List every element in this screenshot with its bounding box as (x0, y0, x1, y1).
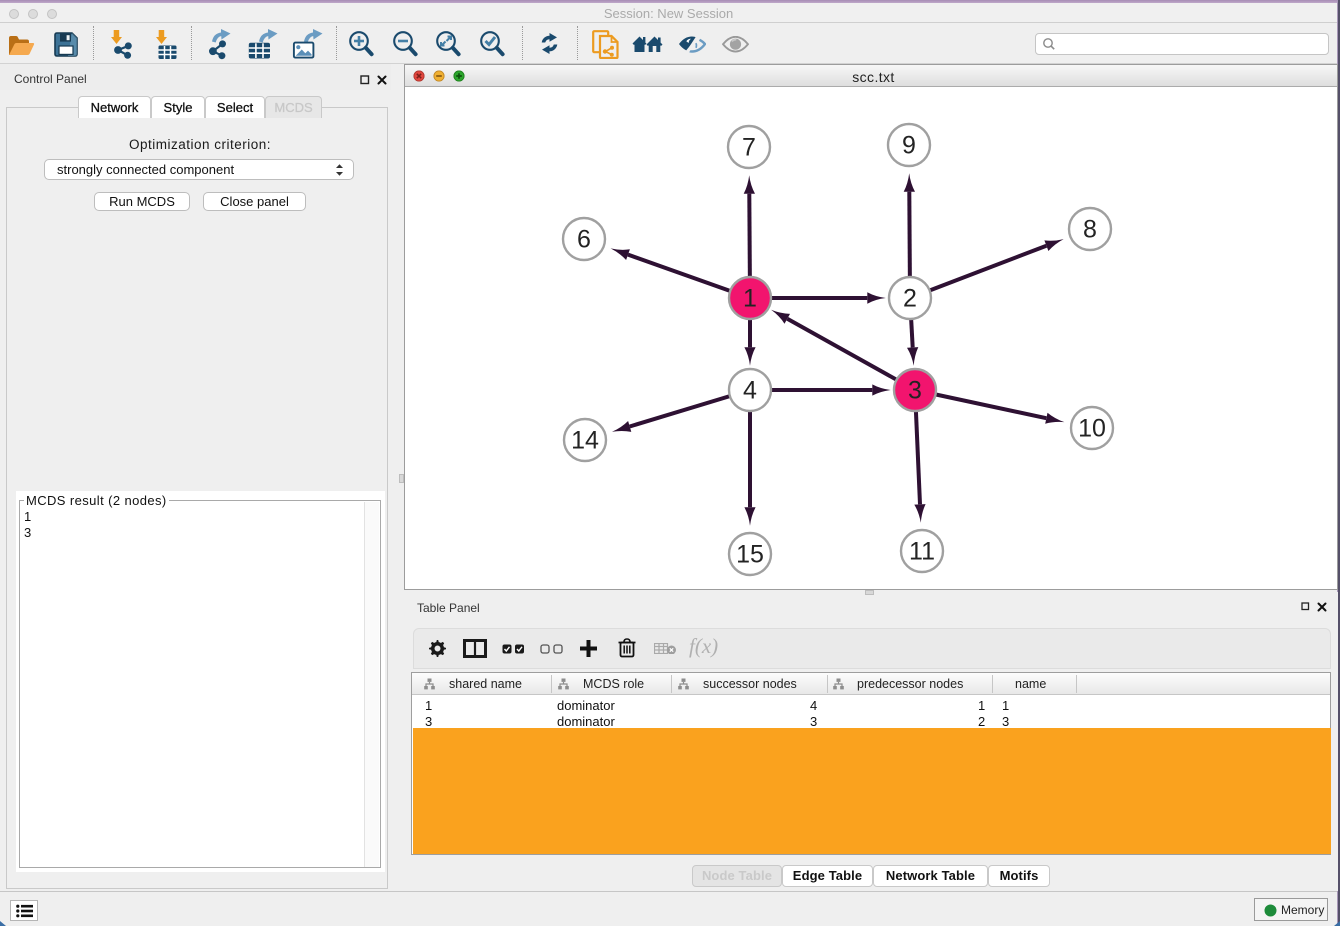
svg-text:14: 14 (571, 427, 599, 455)
svg-text:4: 4 (743, 377, 757, 405)
svg-text:11: 11 (909, 538, 935, 566)
svg-text:2: 2 (903, 285, 917, 313)
svg-text:10: 10 (1078, 415, 1106, 443)
svg-text:1: 1 (743, 285, 757, 313)
svg-text:8: 8 (1083, 216, 1097, 244)
svg-text:6: 6 (577, 226, 591, 254)
svg-text:9: 9 (902, 132, 916, 160)
svg-text:3: 3 (908, 377, 922, 405)
svg-text:15: 15 (736, 541, 764, 569)
svg-text:7: 7 (742, 134, 756, 162)
